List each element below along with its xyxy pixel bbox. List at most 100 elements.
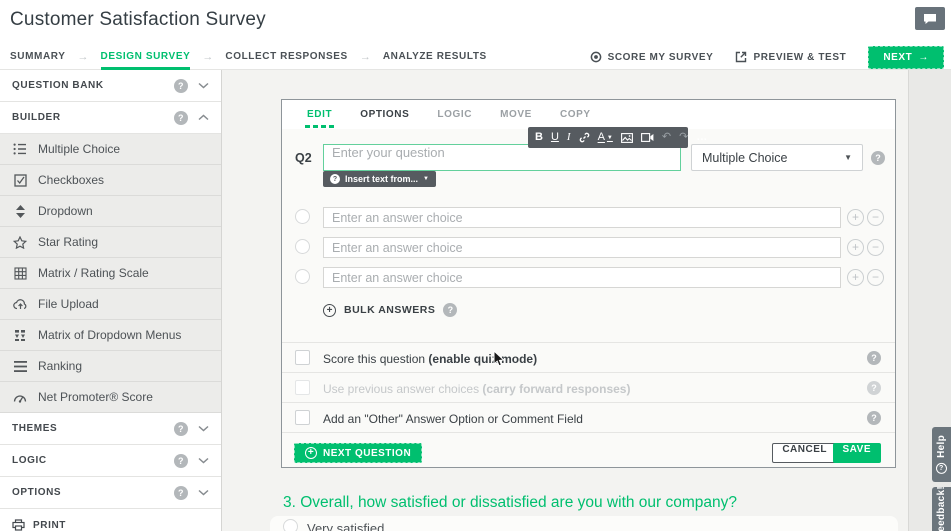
nav-step-design-survey[interactable]: DESIGN SURVEY [101, 44, 191, 70]
builder-item-checkboxes[interactable]: Checkboxes [0, 165, 221, 196]
builder-item-matrix-rating-scale[interactable]: Matrix / Rating Scale [0, 258, 221, 289]
printer-icon [12, 519, 25, 531]
add-answer-button[interactable]: + [847, 239, 864, 256]
sidebar-section-question-bank[interactable]: QUESTION BANK ? [0, 70, 221, 102]
remove-answer-button[interactable]: − [867, 239, 884, 256]
question-type-dropdown[interactable]: Multiple Choice ▼ [691, 144, 863, 171]
insert-image-icon[interactable] [621, 133, 633, 143]
question-text-input[interactable] [323, 144, 681, 171]
builder-item-matrix-of-dropdown-menus[interactable]: Matrix of Dropdown Menus [0, 320, 221, 351]
insert-text-from-button[interactable]: ? Insert text from... ▼ [323, 171, 436, 187]
gauge-icon [12, 391, 28, 403]
multiple-choice-icon [12, 143, 28, 155]
sidebar-section-builder[interactable]: BUILDER ? [0, 102, 221, 134]
carry-forward-row: Use previous answer choices (carry forwa… [282, 372, 895, 402]
sidebar-section-logic[interactable]: LOGIC ? [0, 445, 221, 477]
bulk-answers-button[interactable]: + BULK ANSWERS ? [323, 303, 457, 317]
preview-answer-radio[interactable] [283, 519, 298, 531]
help-icon: ? [936, 463, 947, 474]
nav-step-summary[interactable]: SUMMARY [10, 44, 66, 70]
question-type-help-icon[interactable]: ? [871, 151, 885, 165]
carry-forward-help-icon[interactable]: ? [867, 381, 881, 395]
tab-options[interactable]: OPTIONS [360, 100, 409, 129]
builder-item-multiple-choice[interactable]: Multiple Choice [0, 134, 221, 165]
help-tab[interactable]: ?Help [932, 427, 951, 482]
builder-item-net-promoter-score[interactable]: Net Promoter® Score [0, 382, 221, 413]
add-answer-button[interactable]: + [847, 269, 864, 286]
other-option-row: Add an "Other" Answer Option or Comment … [282, 402, 895, 432]
answer-choice-input[interactable] [323, 267, 841, 288]
italic-button[interactable]: I [567, 132, 571, 143]
checkbox-icon [12, 174, 28, 187]
speech-bubble-icon [923, 13, 937, 25]
cancel-button[interactable]: CANCEL [772, 443, 837, 463]
score-question-checkbox[interactable] [295, 350, 310, 365]
sidebar: QUESTION BANK ? BUILDER ? Multiple Choic… [0, 70, 222, 531]
link-icon[interactable] [579, 132, 590, 143]
font-color-button[interactable]: A▼ [598, 132, 613, 143]
bulk-answers-help-icon[interactable]: ? [443, 303, 457, 317]
help-icon[interactable]: ? [174, 486, 188, 500]
answer-choice-input[interactable] [323, 237, 841, 258]
chevron-down-icon [198, 82, 209, 89]
step-arrow-icon: → [78, 51, 89, 63]
next-button[interactable]: NEXT → [868, 46, 944, 69]
caret-down-icon: ▼ [607, 135, 613, 141]
remove-answer-button[interactable]: − [867, 209, 884, 226]
save-button[interactable]: SAVE [833, 443, 882, 463]
help-icon[interactable]: ? [174, 454, 188, 468]
more-options-icon[interactable]: … [696, 132, 707, 143]
sidebar-section-options[interactable]: OPTIONS ? [0, 477, 221, 509]
sidebar-section-print[interactable]: PRINT [0, 509, 221, 531]
survey-builder-app: Customer Satisfaction Survey SUMMARY → D… [0, 0, 951, 531]
chevron-down-icon [198, 457, 209, 464]
add-answer-button[interactable]: + [847, 209, 864, 226]
score-my-survey-button[interactable]: SCORE MY SURVEY [590, 51, 714, 63]
cloud-upload-icon [12, 298, 28, 310]
nav-step-collect-responses[interactable]: COLLECT RESPONSES [225, 44, 347, 70]
answer-choice-input[interactable] [323, 207, 841, 228]
next-question-button[interactable]: + NEXT QUESTION [294, 443, 422, 463]
builder-item-star-rating[interactable]: Star Rating [0, 227, 221, 258]
undo-icon[interactable]: ↶ [662, 132, 671, 143]
answer-choice-row: + − [282, 207, 895, 228]
answer-radio[interactable] [295, 269, 310, 284]
builder-item-ranking[interactable]: Ranking [0, 351, 221, 382]
underline-button[interactable]: U [551, 132, 559, 143]
feedback-bubble-button[interactable] [915, 7, 945, 30]
insert-video-icon[interactable] [641, 133, 654, 142]
help-icon[interactable]: ? [174, 422, 188, 436]
other-option-checkbox[interactable] [295, 410, 310, 425]
star-icon [12, 236, 28, 249]
answer-radio[interactable] [295, 209, 310, 224]
question-panel-tabs: EDIT OPTIONS LOGIC MOVE COPY [282, 100, 895, 129]
dropdown-arrows-icon [12, 205, 28, 218]
score-question-help-icon[interactable]: ? [867, 351, 881, 365]
feedback-tab[interactable]: Feedback! [932, 487, 951, 531]
chevron-down-icon [198, 425, 209, 432]
builder-item-dropdown[interactable]: Dropdown [0, 196, 221, 227]
tab-move[interactable]: MOVE [500, 100, 532, 129]
question-edit-panel: EDIT OPTIONS LOGIC MOVE COPY B U I A▼ ↶ … [281, 99, 896, 468]
redo-icon[interactable]: ↷ [679, 132, 688, 143]
help-icon[interactable]: ? [174, 111, 188, 125]
other-option-help-icon[interactable]: ? [867, 411, 881, 425]
tab-edit[interactable]: EDIT [307, 100, 332, 129]
bold-button[interactable]: B [535, 132, 543, 143]
preview-question-title[interactable]: 3. Overall, how satisfied or dissatisfie… [283, 494, 737, 512]
active-tab-underline [305, 125, 334, 128]
remove-answer-button[interactable]: − [867, 269, 884, 286]
answer-radio[interactable] [295, 239, 310, 254]
matrix-dropdowns-icon [12, 329, 28, 342]
sidebar-section-themes[interactable]: THEMES ? [0, 413, 221, 445]
tab-copy[interactable]: COPY [560, 100, 591, 129]
export-icon [735, 51, 747, 63]
nav-step-analyze-results[interactable]: ANALYZE RESULTS [383, 44, 487, 70]
grid-icon [12, 267, 28, 280]
tab-logic[interactable]: LOGIC [437, 100, 472, 129]
help-icon[interactable]: ? [174, 79, 188, 93]
builder-item-file-upload[interactable]: File Upload [0, 289, 221, 320]
preview-and-test-button[interactable]: PREVIEW & TEST [735, 51, 846, 63]
panel-footer: + NEXT QUESTION CANCEL SAVE [282, 432, 895, 467]
carry-forward-checkbox [295, 380, 310, 395]
